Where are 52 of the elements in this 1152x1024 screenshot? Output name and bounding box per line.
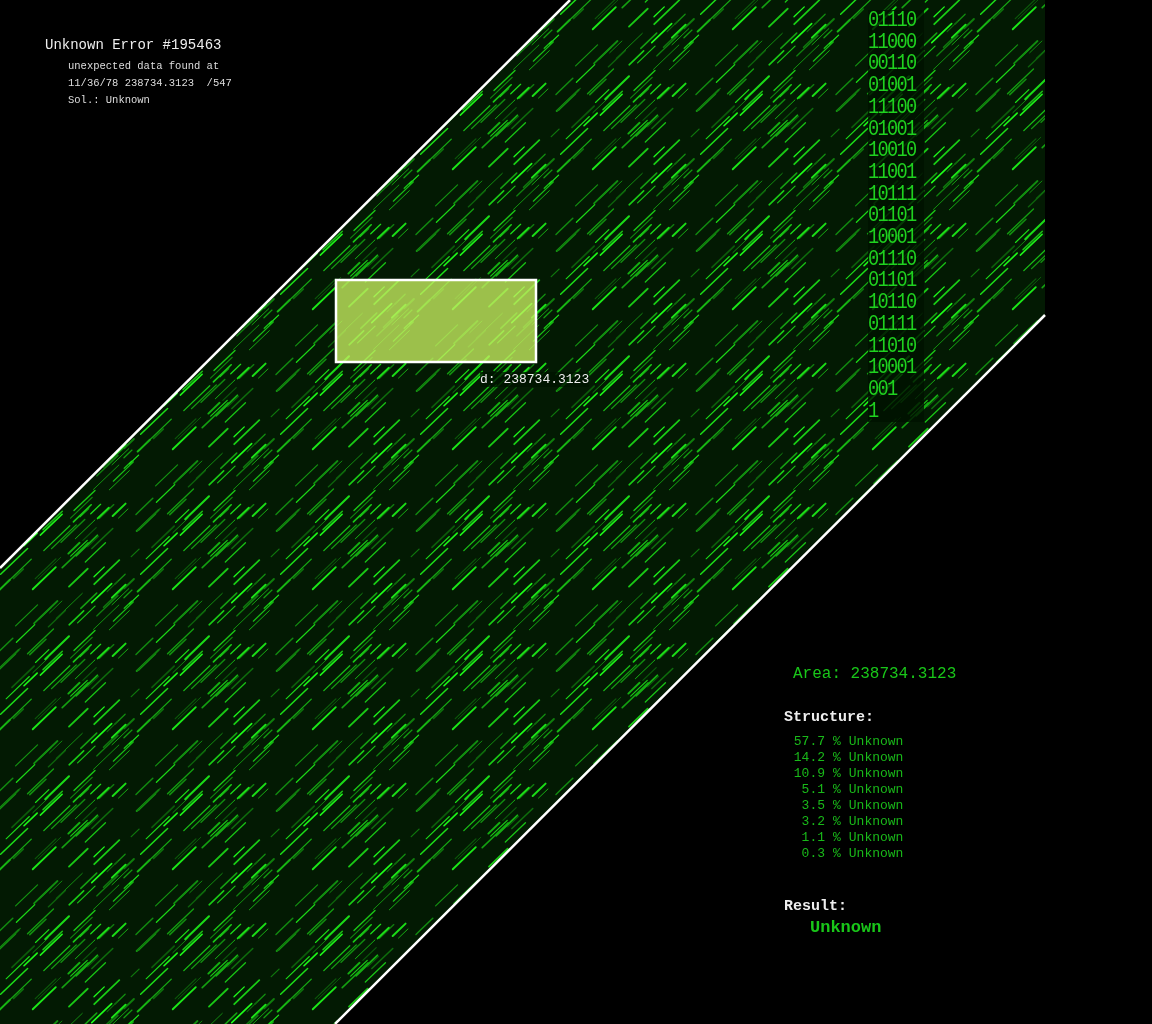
structure-label: Unknown	[848, 798, 904, 814]
percent-value: 0.3	[800, 846, 825, 862]
error-title: Unknown Error #195463	[45, 37, 223, 53]
structure-label: Unknown	[848, 814, 904, 830]
binary-digits-text: 01001	[868, 75, 916, 97]
percent-sign: %	[833, 830, 841, 846]
structure-label: Unknown	[848, 766, 904, 782]
binary-digits-text: 10110	[868, 292, 916, 314]
binary-digits-text: 01110	[868, 10, 916, 32]
percent-sign: %	[833, 798, 841, 814]
binary-digits-text: 10010	[868, 140, 916, 162]
binary-digits-text: 11001	[868, 161, 916, 184]
error-detail-text: unexpected data found at	[68, 59, 221, 74]
binary-digits-text: 01001	[868, 118, 916, 141]
structure-label: Unknown	[848, 846, 904, 862]
percent-sign: %	[833, 782, 841, 798]
binary-digits-text: 01111	[868, 313, 916, 336]
result-heading: Result:	[784, 898, 848, 915]
percent-sign: %	[833, 814, 841, 830]
error-detail-text: Sol.: Unknown	[68, 93, 151, 108]
binary-digits-text: 01110	[868, 248, 916, 271]
binary-digits-text: 01101	[868, 270, 916, 293]
binary-digits-text: 1	[868, 400, 880, 423]
percent-value: 5.1	[800, 782, 825, 798]
structure-label: Unknown	[848, 782, 904, 798]
binary-digits-text: 10001	[868, 357, 916, 379]
percent-value: 1.1	[800, 830, 825, 846]
result-value: Unknown	[809, 918, 882, 937]
binary-digits-text: 11100	[868, 96, 916, 119]
structure-heading: Structure:	[784, 709, 875, 726]
percent-value: 10.9	[793, 766, 825, 782]
structure-label: Unknown	[848, 734, 904, 750]
area-reading: Area: 238734.3123	[793, 665, 957, 683]
percent-value: 3.2	[800, 814, 825, 830]
percent-sign: %	[833, 734, 841, 750]
percent-value: 3.5	[800, 798, 825, 814]
binary-digits-text: 11000	[868, 31, 916, 54]
selection-label: d: 238734.3123	[480, 372, 590, 387]
binary-digits-text: 00110	[868, 53, 916, 76]
percent-sign: %	[833, 750, 841, 766]
percent-sign: %	[833, 766, 841, 782]
percent-value: 14.2	[793, 750, 825, 766]
binary-digits-text: 001	[868, 378, 899, 401]
binary-digits-text: 10111	[868, 183, 916, 206]
percent-sign: %	[833, 846, 841, 862]
structure-label: Unknown	[848, 830, 904, 846]
error-detail-text: 11/36/78 238734.3123 /547	[68, 76, 232, 91]
binary-digits-text: 11010	[868, 335, 916, 358]
binary-digits-text: 01101	[868, 205, 916, 228]
percent-value: 57.7	[793, 734, 825, 750]
binary-digits-text: 10001	[868, 227, 916, 249]
structure-label: Unknown	[848, 750, 904, 766]
